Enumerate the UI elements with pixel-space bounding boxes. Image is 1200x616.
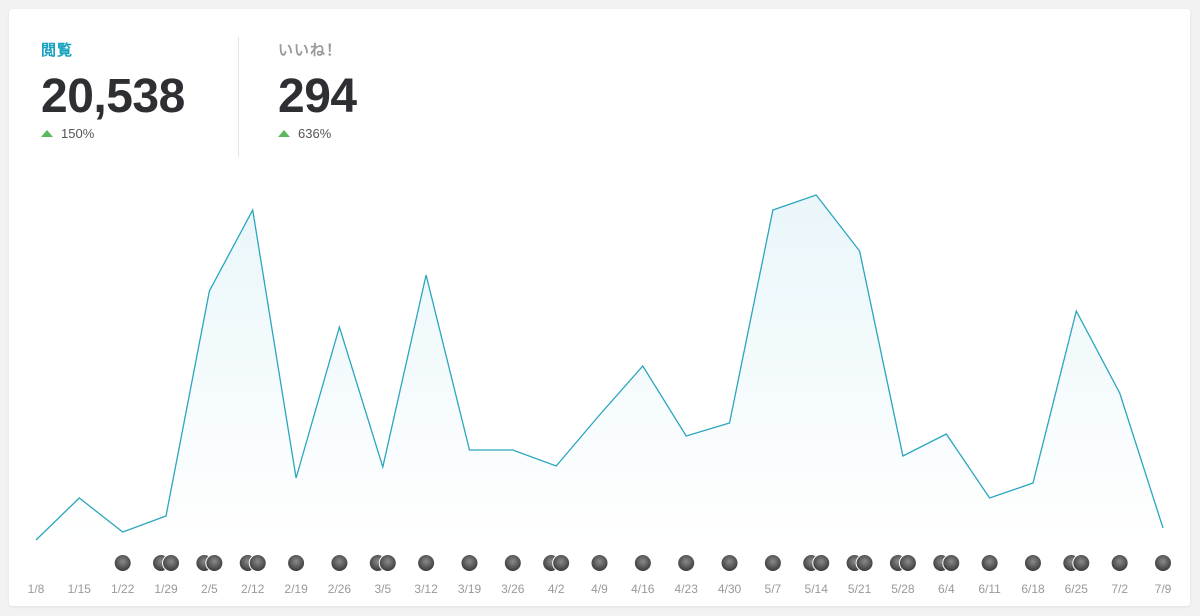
contributor-avatar[interactable]	[460, 554, 479, 572]
chart-point[interactable]	[73, 492, 85, 504]
x-tick-label: 3/19	[458, 582, 482, 596]
contributor-avatar[interactable]	[248, 554, 267, 572]
x-tick-label: 3/5	[374, 582, 391, 596]
chart-point[interactable]	[724, 417, 736, 429]
contributor-avatar[interactable]	[417, 554, 436, 572]
contributor-avatar[interactable]	[812, 554, 831, 572]
chart-point[interactable]	[203, 285, 215, 297]
x-tick-label: 6/11	[978, 582, 1001, 596]
contributor-avatar[interactable]	[330, 554, 349, 572]
contributor-avatar[interactable]	[980, 554, 999, 572]
x-tick-label: 2/19	[284, 582, 308, 596]
x-tick-label: 6/25	[1065, 582, 1089, 596]
contributor-avatar[interactable]	[590, 554, 609, 572]
chart-point[interactable]	[897, 450, 909, 462]
x-tick-label: 4/23	[675, 582, 699, 596]
chart-point[interactable]	[854, 245, 866, 257]
contributor-avatar[interactable]	[942, 554, 961, 572]
chart-point[interactable]	[1157, 522, 1169, 534]
x-tick-label: 5/14	[805, 582, 829, 596]
chart-point[interactable]	[810, 189, 822, 201]
chart-area-fill	[36, 195, 1163, 541]
chart-point[interactable]	[377, 461, 389, 473]
x-tick-label: 1/15	[68, 582, 92, 596]
x-tick-label: 6/4	[938, 582, 955, 596]
x-tick-label: 6/18	[1021, 582, 1045, 596]
chart-point[interactable]	[420, 269, 432, 281]
contributor-avatar[interactable]	[1072, 554, 1091, 572]
chart-point[interactable]	[247, 204, 259, 216]
chart-point[interactable]	[594, 409, 606, 421]
x-tick-label: 2/12	[241, 582, 265, 596]
chart-point[interactable]	[30, 534, 42, 546]
x-tick-label: 5/28	[891, 582, 915, 596]
x-tick-label: 3/12	[414, 582, 438, 596]
chart-point[interactable]	[984, 492, 996, 504]
x-tick-label: 1/29	[154, 582, 178, 596]
chart-point[interactable]	[333, 321, 345, 333]
contributor-avatar[interactable]	[763, 554, 782, 572]
chart-point[interactable]	[117, 526, 129, 538]
chart-point[interactable]	[550, 460, 562, 472]
x-tick-label: 5/7	[765, 582, 782, 596]
contributor-avatar[interactable]	[720, 554, 739, 572]
x-tick-label: 7/2	[1111, 582, 1128, 596]
contributor-avatar[interactable]	[205, 554, 224, 572]
contributor-avatar[interactable]	[287, 554, 306, 572]
chart-point[interactable]	[680, 430, 692, 442]
x-tick-label: 1/22	[111, 582, 135, 596]
contributor-avatar[interactable]	[898, 554, 917, 572]
contributor-avatar[interactable]	[378, 554, 397, 572]
contributor-avatar[interactable]	[162, 554, 181, 572]
x-tick-label: 7/9	[1155, 582, 1172, 596]
contributor-avatar[interactable]	[855, 554, 874, 572]
views-area-chart: 1/8 1/15 1/22 1/29 2/5 2/12 2/19 2/26 3/5 3/12 3/1…	[28, 189, 1172, 596]
chart-point[interactable]	[290, 472, 302, 484]
contributor-avatar[interactable]	[113, 554, 132, 572]
x-tick-label: 2/26	[328, 582, 352, 596]
chart-point[interactable]	[1027, 477, 1039, 489]
contributor-avatar[interactable]	[1110, 554, 1129, 572]
contributor-avatar[interactable]	[677, 554, 696, 572]
chart-point[interactable]	[160, 510, 172, 522]
chart-point[interactable]	[637, 360, 649, 372]
x-tick-label: 4/9	[591, 582, 608, 596]
chart-point[interactable]	[464, 444, 476, 456]
chart-point[interactable]	[940, 428, 952, 440]
contributor-avatar[interactable]	[503, 554, 522, 572]
chart-point[interactable]	[1114, 387, 1126, 399]
x-tick-label: 4/16	[631, 582, 655, 596]
x-tick-label: 2/5	[201, 582, 218, 596]
chart-point[interactable]	[507, 444, 519, 456]
contributor-avatar[interactable]	[1154, 554, 1172, 572]
chart-point[interactable]	[1070, 305, 1082, 317]
contributor-avatar[interactable]	[633, 554, 652, 572]
contributor-avatar[interactable]	[552, 554, 571, 572]
x-tick-label: 4/2	[548, 582, 565, 596]
x-tick-label: 5/21	[848, 582, 872, 596]
chart-point[interactable]	[767, 204, 779, 216]
contributor-avatar[interactable]	[1023, 554, 1042, 572]
x-tick-label: 1/8	[28, 582, 45, 596]
x-tick-label: 3/26	[501, 582, 525, 596]
x-tick-label: 4/30	[718, 582, 742, 596]
